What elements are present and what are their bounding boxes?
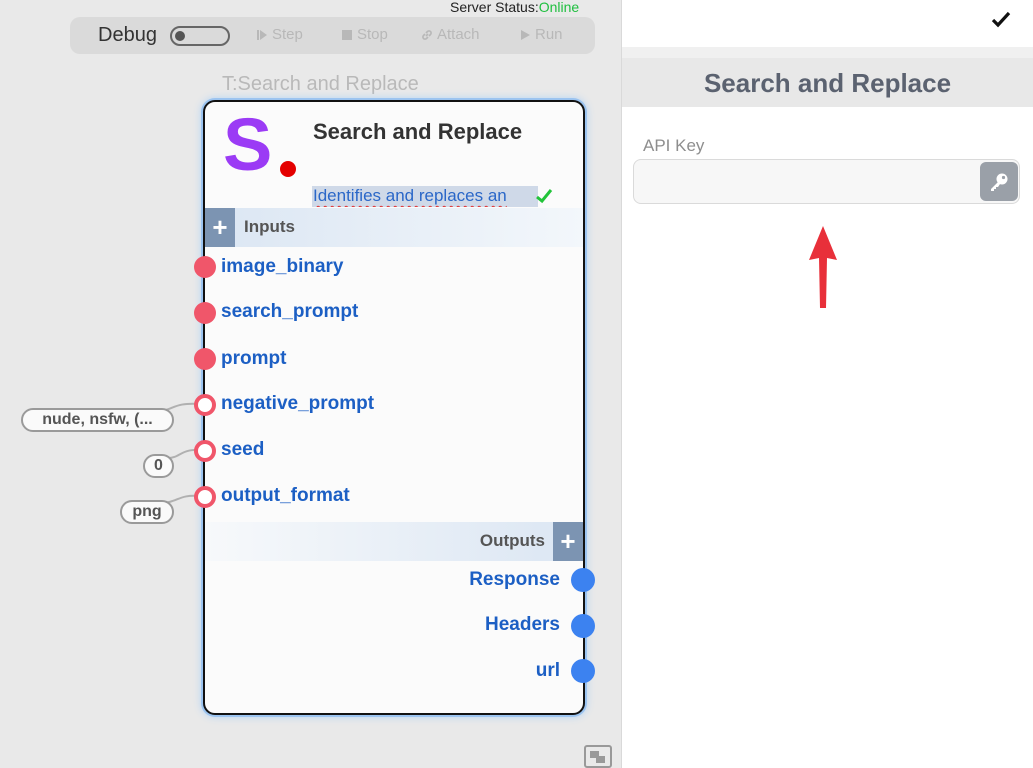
key-icon xyxy=(991,173,1008,191)
server-status-label: Server Status: xyxy=(450,0,539,15)
input-prompt: prompt xyxy=(221,348,287,369)
toggle-knob xyxy=(175,31,185,41)
step-button[interactable]: Step xyxy=(256,26,303,43)
properties-panel: Search and Replace API Key xyxy=(621,0,1033,768)
check-icon xyxy=(536,189,553,204)
input-image-binary: image_binary xyxy=(221,256,344,277)
input-seed: seed xyxy=(221,439,265,460)
panel-header: Search and Replace xyxy=(622,58,1033,107)
panel-divider xyxy=(622,47,1033,58)
attach-button[interactable]: Attach xyxy=(421,26,480,43)
add-output-button[interactable]: + xyxy=(553,522,583,561)
api-key-input[interactable] xyxy=(634,160,974,203)
port-url[interactable] xyxy=(571,659,595,683)
input-negative-prompt: negative_prompt xyxy=(221,393,375,414)
port-negative-prompt[interactable] xyxy=(194,394,216,416)
api-key-label: API Key xyxy=(643,136,705,155)
seed-value-chip[interactable]: 0 xyxy=(143,454,174,478)
port-headers[interactable] xyxy=(571,614,595,638)
stop-button[interactable]: Stop xyxy=(341,26,388,43)
run-button[interactable]: Run xyxy=(519,26,563,43)
add-input-button[interactable]: + xyxy=(205,208,235,247)
panel-title: Search and Replace xyxy=(703,68,952,98)
node-logo-letter: S xyxy=(223,103,273,186)
input-output-format: output_format xyxy=(221,485,350,506)
node-description[interactable]: Identifies and replaces an xyxy=(312,186,538,207)
link-icon xyxy=(422,29,432,40)
run-button-label: Run xyxy=(535,26,563,43)
inputs-label: Inputs xyxy=(244,217,295,236)
port-response[interactable] xyxy=(571,568,595,592)
play-icon xyxy=(521,29,530,40)
server-status: Server Status:Online xyxy=(450,0,579,15)
outputs-label: Outputs xyxy=(479,531,545,550)
stop-icon xyxy=(342,29,352,40)
port-seed[interactable] xyxy=(194,440,216,462)
port-search-prompt[interactable] xyxy=(194,302,216,324)
node-type-label: T:Search and Replace xyxy=(222,73,419,95)
step-icon xyxy=(257,29,267,40)
annotation-arrow-icon xyxy=(809,226,837,308)
output-url: url xyxy=(535,660,560,681)
port-prompt[interactable] xyxy=(194,348,216,370)
negative-prompt-value-chip[interactable]: nude, nsfw, (... xyxy=(21,408,174,432)
inputs-section-header: + Inputs xyxy=(205,208,583,247)
api-key-button[interactable] xyxy=(980,162,1018,201)
search-and-replace-node[interactable]: S Search and Replace Identifies and repl… xyxy=(203,100,585,715)
attach-button-label: Attach xyxy=(437,26,480,43)
node-status-dot xyxy=(280,161,296,177)
stop-button-label: Stop xyxy=(357,26,388,43)
debug-toolbar: Debug Step Stop Attach Run xyxy=(70,17,595,54)
debug-label: Debug xyxy=(98,24,157,46)
panel-topbar xyxy=(622,0,1033,47)
step-button-label: Step xyxy=(272,26,303,43)
output-format-value-chip[interactable]: png xyxy=(120,500,174,524)
outputs-section-header: Outputs + xyxy=(205,522,583,561)
node-title: Search and Replace xyxy=(313,119,523,144)
port-output-format[interactable] xyxy=(194,486,216,508)
minimap-icon[interactable] xyxy=(584,745,612,768)
debug-toggle[interactable] xyxy=(170,26,230,46)
input-search-prompt: search_prompt xyxy=(221,301,359,322)
output-response: Response xyxy=(469,569,560,590)
api-key-field xyxy=(633,159,1020,204)
output-headers: Headers xyxy=(485,614,560,635)
graph-canvas[interactable]: Server Status:Online Debug Step Stop Att… xyxy=(0,0,621,768)
port-image-binary[interactable] xyxy=(194,256,216,278)
confirm-check-icon[interactable] xyxy=(991,11,1011,29)
server-status-value: Online xyxy=(538,0,580,15)
